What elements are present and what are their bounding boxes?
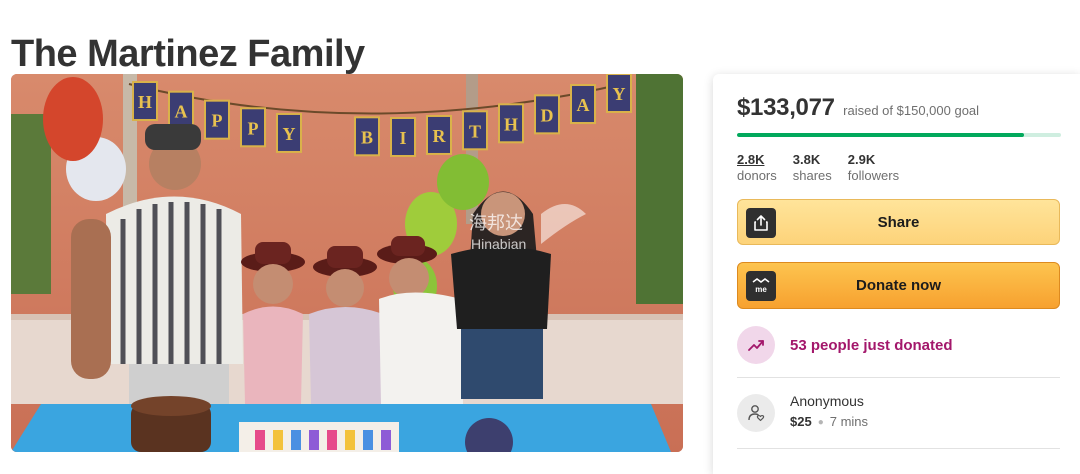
share-button-label: Share <box>877 213 920 231</box>
candle <box>327 430 337 450</box>
watermark-cn: 海邦达 <box>469 213 523 234</box>
watermark-en: Hinabian <box>471 236 526 252</box>
progress-fill <box>737 133 1025 137</box>
candle <box>291 430 301 450</box>
donation-amount: $25 <box>790 414 812 429</box>
donor-name: Anonymous <box>790 393 864 409</box>
page-title: The Martinez Family <box>11 33 365 76</box>
stat-label: followers <box>847 168 900 183</box>
svg-text:me: me <box>755 285 767 294</box>
stats-row: 2.8K donors 3.8K shares 2.9K followers <box>737 152 899 184</box>
banner-letter: P <box>212 111 223 131</box>
user-heart-icon <box>737 394 775 432</box>
raised-goal-text: raised of $150,000 goal <box>843 103 980 118</box>
banner-flag: T <box>462 110 488 151</box>
donate-button-label: Donate now <box>856 277 941 294</box>
recent-donations-summary[interactable]: 53 people just donated <box>737 326 953 364</box>
banner-letter: B <box>361 127 373 147</box>
banner-flag: A <box>168 90 194 131</box>
banner-letter: Y <box>613 84 626 104</box>
banner-letter: A <box>175 102 188 122</box>
candle <box>363 430 373 450</box>
candle <box>309 430 319 450</box>
just-donated-text: 53 people just donated <box>790 336 953 354</box>
banner-flag: R <box>426 114 452 155</box>
stat-value[interactable]: 2.8K <box>737 152 777 168</box>
banner-flag: I <box>390 117 416 157</box>
banner-flag: B <box>354 116 380 157</box>
banner-letter: Y <box>283 124 296 144</box>
banner-letter: T <box>469 121 481 141</box>
share-upload-icon <box>746 208 776 238</box>
donate-button[interactable]: me Donate now <box>737 262 1060 309</box>
stat-label: donors <box>737 168 777 183</box>
stat-value: 3.8K <box>792 152 821 167</box>
donation-details: Anonymous $25 ● 7 mins <box>790 392 868 429</box>
campaign-photo: H A P P Y B I R T H D A Y 海邦达 Hinabian <box>11 74 683 452</box>
progress-bar <box>737 133 1061 137</box>
divider <box>737 448 1060 449</box>
banner-letter: H <box>504 114 518 134</box>
banner-flag: P <box>240 107 266 148</box>
banner-flag: H <box>132 81 158 121</box>
stat-value: 2.9K <box>847 152 876 167</box>
divider <box>737 377 1060 378</box>
banner-letter: H <box>138 92 152 112</box>
candle <box>255 430 265 450</box>
separator-dot: ● <box>817 417 824 428</box>
share-button[interactable]: Share <box>737 199 1060 245</box>
banner-flag: Y <box>276 112 302 153</box>
stat-label: shares <box>792 168 832 183</box>
candle <box>345 430 355 450</box>
donation-sidebar: $133,077 raised of $150,000 goal 2.8K do… <box>713 74 1080 474</box>
trending-up-icon <box>737 326 775 364</box>
candle <box>381 430 391 450</box>
banner-flag: A <box>570 84 596 125</box>
candle <box>273 430 283 450</box>
banner-flag: D <box>534 94 560 135</box>
stat-shares: 3.8K shares <box>793 152 832 184</box>
banner-flag: P <box>204 99 230 140</box>
banner-letter: A <box>577 95 590 115</box>
donation-meta: $25 ● 7 mins <box>790 414 868 429</box>
stat-donors[interactable]: 2.8K donors <box>737 152 777 184</box>
banner-letter: D <box>541 105 554 125</box>
donation-time: 7 mins <box>829 414 869 429</box>
raised-amount: $133,077 <box>737 94 835 121</box>
stat-followers: 2.9K followers <box>848 152 899 184</box>
banner-flag: H <box>498 103 524 144</box>
donation-item: Anonymous $25 ● 7 mins <box>737 392 868 432</box>
banner-letter: R <box>433 126 447 146</box>
banner-letter: I <box>399 128 406 148</box>
banner-letter: P <box>248 118 259 138</box>
banner-flag: Y <box>606 74 632 113</box>
raised-summary: $133,077 raised of $150,000 goal <box>737 94 979 122</box>
me-badge-icon: me <box>746 271 776 301</box>
